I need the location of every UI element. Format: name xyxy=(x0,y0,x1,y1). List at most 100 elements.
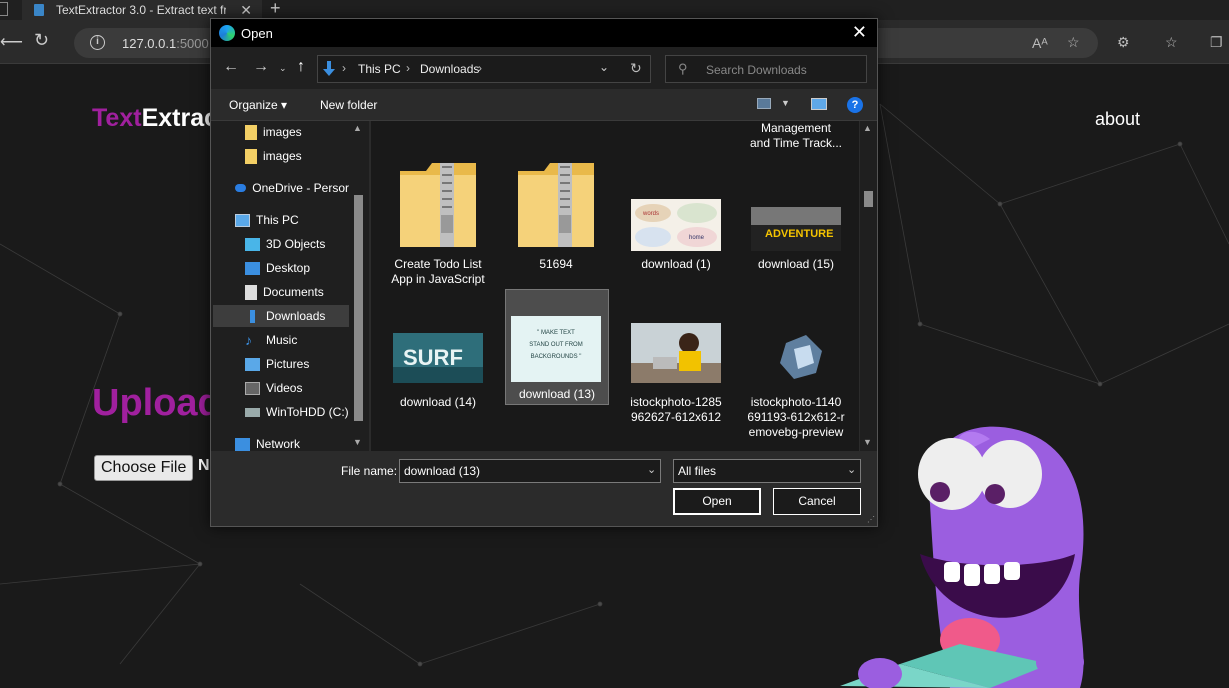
new-folder-button[interactable]: New folder xyxy=(320,98,377,112)
file-type-select[interactable]: All files xyxy=(673,459,861,483)
make-text-thumbnail: " MAKE TEXT STAND OUT FROM BACKGROUNDS " xyxy=(511,316,601,382)
tab-close-icon[interactable]: ✕ xyxy=(240,2,252,19)
pc-icon xyxy=(235,213,250,227)
nav-item-network[interactable]: Network xyxy=(235,433,349,451)
zip-folder-icon xyxy=(518,163,594,247)
file-item[interactable]: istockphoto-1140 691193-612x612-r emoveb… xyxy=(741,309,851,449)
file-name-dropdown-chevron-icon[interactable]: ⌄ xyxy=(647,463,656,476)
reload-icon[interactable]: ↻ xyxy=(34,30,49,51)
help-icon[interactable]: ? xyxy=(847,97,863,113)
file-type-chevron-icon[interactable]: ⌄ xyxy=(847,463,856,476)
onedrive-icon xyxy=(235,184,247,192)
refresh-icon[interactable]: ↻ xyxy=(630,60,642,77)
file-list-scrollbar[interactable]: ▲ ▼ xyxy=(860,121,877,451)
nav-about-link[interactable]: about xyxy=(1095,109,1140,130)
cancel-button[interactable]: Cancel xyxy=(773,488,861,515)
organize-menu-button[interactable]: Organize ▾ xyxy=(229,98,287,112)
scroll-down-icon[interactable]: ▼ xyxy=(353,437,362,447)
nav-item-images[interactable]: images xyxy=(245,121,349,143)
read-aloud-icon[interactable]: Aᴬ xyxy=(1032,35,1048,51)
open-file-dialog: Open ✕ ← → ⌄ ↑ › This PC › Downloads › ⌄… xyxy=(210,18,878,527)
drive-icon xyxy=(245,407,260,417)
navigation-pane[interactable]: images images OneDrive - Persor This PC … xyxy=(211,121,369,451)
collections-icon[interactable]: ❐ xyxy=(1210,34,1223,51)
search-downloads-input[interactable]: ⚲ Search Downloads xyxy=(665,55,867,83)
tab-stub[interactable] xyxy=(0,2,8,16)
nav-item-this-pc[interactable]: This PC xyxy=(235,209,349,231)
site-favicon-icon xyxy=(34,4,44,16)
breadcrumb-chevron-icon[interactable]: › xyxy=(342,61,346,75)
scroll-up-icon[interactable]: ▲ xyxy=(353,123,362,133)
file-item[interactable]: 51694 xyxy=(501,159,611,289)
address-breadcrumb[interactable]: › This PC › Downloads › ⌄ ↻ xyxy=(317,55,651,83)
documents-icon xyxy=(245,284,257,300)
nav-item-videos[interactable]: Videos xyxy=(245,377,349,399)
path-dropdown-chevron-icon[interactable]: ⌄ xyxy=(599,60,609,74)
scroll-up-icon[interactable]: ▲ xyxy=(863,123,872,133)
crystal-object-thumbnail xyxy=(780,335,822,379)
nav-item-wintohdd[interactable]: WinToHDD (C:) xyxy=(245,401,349,423)
svg-text:home: home xyxy=(689,235,705,241)
svg-text:ADVENTURE: ADVENTURE xyxy=(765,228,833,240)
nav-item-onedrive[interactable]: OneDrive - Persor xyxy=(235,177,349,199)
nav-item-music[interactable]: ♪ Music xyxy=(245,329,349,351)
back-arrow-icon[interactable]: ← xyxy=(223,58,239,76)
breadcrumb-chevron-icon[interactable]: › xyxy=(478,61,482,75)
word-cloud-thumbnail: words home xyxy=(631,199,721,251)
file-item[interactable]: Create Todo List App in JavaScript xyxy=(383,159,493,289)
upload-heading: Upload xyxy=(92,382,221,424)
nav-scroll-thumb[interactable] xyxy=(354,195,363,421)
search-icon: ⚲ xyxy=(678,61,688,76)
edge-browser-icon xyxy=(219,25,235,41)
file-list[interactable]: Management and Time Track... Create Todo… xyxy=(371,121,859,451)
nav-item-images[interactable]: images xyxy=(245,145,349,167)
new-tab-icon[interactable]: + xyxy=(270,0,281,19)
file-scroll-thumb[interactable] xyxy=(864,191,873,207)
browser-tab[interactable]: TextExtractor 3.0 - Extract text fro ✕ xyxy=(22,0,262,20)
dialog-title-bar[interactable]: Open ✕ xyxy=(211,19,877,47)
preview-pane-icon[interactable] xyxy=(811,98,827,110)
folder-icon xyxy=(245,148,257,164)
nav-item-3d-objects[interactable]: 3D Objects xyxy=(245,233,349,255)
extensions-icon[interactable]: ⚙ xyxy=(1117,34,1130,51)
breadcrumb-downloads[interactable]: Downloads xyxy=(420,62,479,76)
file-name-label: File name: xyxy=(341,464,398,478)
nav-item-pictures[interactable]: Pictures xyxy=(245,353,349,375)
favorite-add-icon[interactable]: ☆ xyxy=(1067,34,1080,51)
breadcrumb-chevron-icon[interactable]: › xyxy=(406,61,410,75)
file-item[interactable]: words home download (1) xyxy=(621,159,731,289)
choose-file-button[interactable]: Choose File xyxy=(94,455,194,481)
nav-pane-scrollbar[interactable]: ▲ ▼ xyxy=(350,121,367,451)
file-item-selected[interactable]: " MAKE TEXT STAND OUT FROM BACKGROUNDS "… xyxy=(505,289,609,405)
nav-item-documents[interactable]: Documents xyxy=(245,281,349,303)
downloads-arrow-icon xyxy=(323,61,335,76)
site-info-icon[interactable]: i xyxy=(90,35,105,50)
address-url[interactable]: 127.0.0.1:5000 xyxy=(122,36,209,51)
purple-monster-mascot xyxy=(840,426,1084,688)
file-item[interactable]: istockphoto-1285 962627-612x612 xyxy=(621,309,731,439)
recent-locations-chevron-icon[interactable]: ⌄ xyxy=(279,63,287,74)
adventure-thumbnail: ADVENTURE xyxy=(751,207,841,251)
view-options-chevron-icon[interactable]: ▼ xyxy=(781,98,790,108)
favorites-icon[interactable]: ☆ xyxy=(1165,34,1178,51)
file-item[interactable]: ADVENTURE download (15) xyxy=(741,159,851,289)
nav-item-desktop[interactable]: Desktop xyxy=(245,257,349,279)
open-button[interactable]: Open xyxy=(673,488,761,515)
file-item[interactable]: SURF download (14) xyxy=(383,309,493,439)
back-icon[interactable]: ⟵ xyxy=(0,32,23,52)
file-name-input[interactable]: download (13) xyxy=(399,459,661,483)
resize-grip-icon[interactable]: ⋰ xyxy=(867,515,875,524)
breadcrumb-this-pc[interactable]: This PC xyxy=(358,62,401,76)
forward-arrow-icon[interactable]: → xyxy=(253,58,269,76)
up-arrow-icon[interactable]: ↑ xyxy=(297,58,305,76)
file-item-partial[interactable]: Management and Time Track... xyxy=(741,121,851,153)
nav-item-downloads[interactable]: Downloads xyxy=(213,305,349,327)
tab-strip: TextExtractor 3.0 - Extract text fro ✕ + xyxy=(0,0,1229,20)
no-file-text: N xyxy=(198,457,210,474)
music-icon: ♪ xyxy=(245,331,252,348)
dialog-close-icon[interactable]: ✕ xyxy=(852,22,867,43)
brand-logo[interactable]: TextExtrac xyxy=(92,104,218,133)
change-view-icon[interactable] xyxy=(757,98,771,109)
scroll-down-icon[interactable]: ▼ xyxy=(863,437,872,447)
svg-text:words: words xyxy=(642,211,659,217)
